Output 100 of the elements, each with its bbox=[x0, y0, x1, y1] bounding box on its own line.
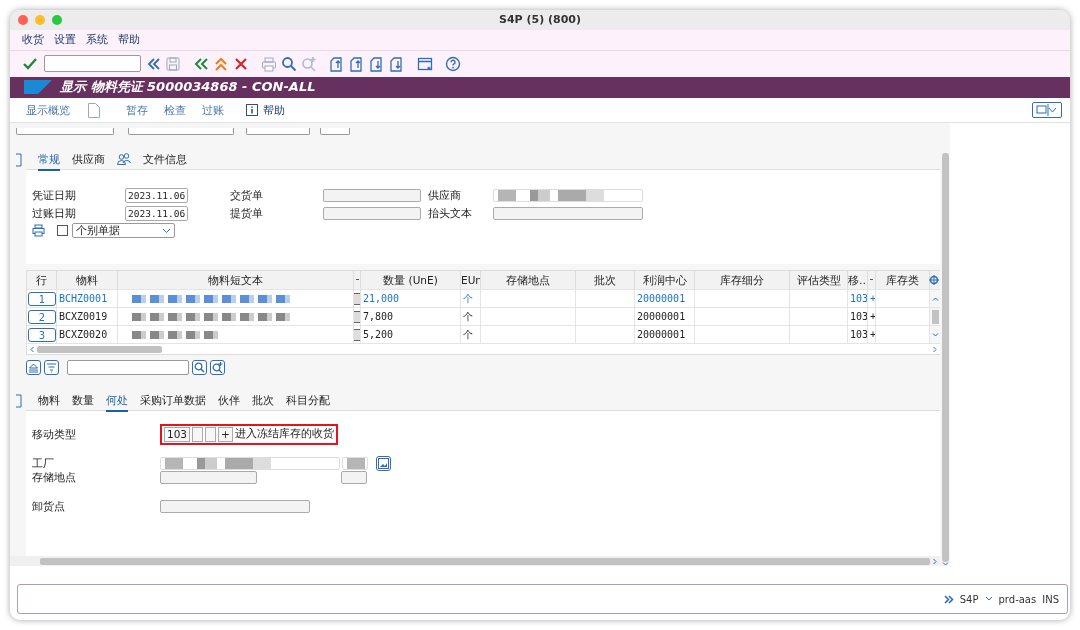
input-field[interactable] bbox=[160, 470, 257, 484]
image-button[interactable] bbox=[376, 455, 391, 471]
toolbar-button[interactable]: 过账 bbox=[196, 100, 230, 120]
scroll-down-icon[interactable] bbox=[931, 332, 939, 337]
movement-code-field[interactable]: 103 bbox=[164, 426, 191, 442]
menu-item[interactable]: 收货 bbox=[22, 32, 44, 48]
scrollbar-thumb[interactable] bbox=[37, 345, 162, 353]
caret-icon[interactable] bbox=[984, 596, 993, 603]
search-next-button[interactable] bbox=[210, 360, 225, 376]
scroll-right-icon[interactable] bbox=[933, 345, 937, 353]
blurred-field[interactable] bbox=[493, 189, 643, 203]
scroll-down-icon[interactable] bbox=[941, 562, 949, 567]
expand-icon[interactable] bbox=[943, 594, 954, 604]
tab[interactable]: 物料 bbox=[38, 390, 60, 412]
sign-field[interactable]: + bbox=[218, 426, 233, 442]
minimize-window-button[interactable] bbox=[35, 15, 45, 25]
field-label: 过账日期 bbox=[32, 206, 77, 222]
search-icon[interactable] bbox=[281, 55, 297, 72]
layout-menu-button[interactable] bbox=[1032, 102, 1062, 119]
cancel-icon[interactable] bbox=[233, 55, 249, 72]
search-field[interactable] bbox=[67, 360, 189, 376]
table-cell: 7,800 bbox=[361, 308, 461, 326]
column-header: 批次 bbox=[576, 271, 635, 290]
input-field[interactable] bbox=[192, 426, 204, 442]
tab[interactable]: 数量 bbox=[72, 390, 94, 412]
screen-title: 显示 物料凭证 5000034868 - CON-ALL bbox=[60, 78, 316, 97]
column-header: 物料 bbox=[57, 271, 118, 290]
table-cell: 20000001 bbox=[635, 290, 695, 308]
help-icon[interactable] bbox=[445, 55, 461, 72]
double-chevron-icon[interactable] bbox=[147, 55, 161, 72]
tab-list-icon[interactable] bbox=[16, 153, 22, 168]
resize-mark[interactable] bbox=[870, 279, 873, 281]
input-field[interactable] bbox=[341, 470, 367, 484]
toolbar-button[interactable]: 检查 bbox=[158, 100, 192, 120]
dropdown[interactable]: 个别单据 bbox=[72, 223, 175, 239]
date-field[interactable]: 2023.11.06 bbox=[125, 188, 189, 204]
field-label: 供应商 bbox=[428, 188, 462, 204]
page-arrow-icon[interactable] bbox=[329, 55, 345, 72]
checkbox[interactable] bbox=[57, 225, 68, 237]
search-button[interactable] bbox=[192, 360, 207, 376]
scroll-up-icon[interactable] bbox=[931, 296, 939, 301]
input-field[interactable] bbox=[493, 207, 643, 221]
input-mode: INS bbox=[1042, 593, 1059, 605]
page-arrow-icon[interactable] bbox=[389, 55, 405, 72]
column-header: 库存细分 bbox=[695, 271, 790, 290]
input-field[interactable] bbox=[323, 207, 421, 221]
back-icon[interactable] bbox=[193, 55, 209, 72]
tab[interactable]: 批次 bbox=[252, 390, 274, 412]
field-label: 凭证日期 bbox=[32, 188, 77, 204]
tab[interactable]: 文件信息 bbox=[143, 149, 187, 171]
scrollbar-thumb[interactable] bbox=[941, 153, 949, 563]
print-icon[interactable] bbox=[32, 224, 45, 238]
field-label: 抬头文本 bbox=[428, 206, 473, 222]
menu-item[interactable]: 帮助 bbox=[118, 32, 140, 48]
document-icon[interactable] bbox=[88, 102, 100, 118]
zoom-window-button[interactable] bbox=[52, 15, 62, 25]
close-window-button[interactable] bbox=[18, 15, 28, 25]
blurred-field[interactable] bbox=[342, 456, 368, 470]
blurred-field[interactable] bbox=[160, 456, 340, 470]
resize-mark[interactable] bbox=[355, 279, 359, 281]
settings-icon[interactable] bbox=[929, 275, 939, 286]
toolbar-button[interactable]: 显示概览 bbox=[20, 100, 76, 120]
row-button[interactable]: 2 bbox=[28, 309, 56, 324]
row-button[interactable]: 3 bbox=[28, 327, 56, 342]
movement-type-text: 进入冻结库存的收货 bbox=[234, 427, 334, 442]
scrollbar-thumb[interactable] bbox=[931, 309, 939, 324]
field-label: 移动类型 bbox=[32, 426, 77, 442]
scroll-left-icon[interactable] bbox=[30, 345, 34, 353]
select-all-button[interactable] bbox=[26, 360, 41, 376]
tab[interactable]: 采购订单数据 bbox=[140, 390, 206, 412]
scrollbar-thumb[interactable] bbox=[40, 557, 930, 565]
column-header: 行 bbox=[27, 271, 57, 290]
scroll-right-icon[interactable] bbox=[933, 557, 937, 565]
save-icon[interactable] bbox=[165, 55, 181, 72]
column-header: 评估类型 bbox=[790, 271, 848, 290]
tab[interactable]: 伙伴 bbox=[218, 390, 240, 412]
table-cell: 103 bbox=[848, 308, 868, 326]
input-field[interactable] bbox=[323, 189, 421, 203]
input-field[interactable] bbox=[160, 499, 310, 513]
tab[interactable]: 供应商 bbox=[72, 149, 105, 171]
tab[interactable]: 科目分配 bbox=[286, 390, 330, 412]
tab-list-icon[interactable] bbox=[16, 394, 22, 409]
field-label: 提货单 bbox=[230, 206, 264, 222]
column-header: 存储地点 bbox=[481, 271, 576, 290]
menu-item[interactable]: 系统 bbox=[86, 32, 108, 48]
date-field[interactable]: 2023.11.06 bbox=[125, 206, 189, 222]
filter-button[interactable] bbox=[44, 360, 59, 376]
input-field[interactable] bbox=[205, 426, 217, 442]
page-arrow-icon[interactable] bbox=[369, 55, 385, 72]
table-cell: BCXZ0020 bbox=[57, 326, 118, 344]
help-button[interactable]: 帮助 bbox=[240, 100, 291, 120]
field-label: 工厂 bbox=[32, 455, 55, 471]
column-header: 库存类 bbox=[876, 271, 930, 290]
print-icon[interactable] bbox=[261, 55, 277, 72]
toolbar-button[interactable]: 暂存 bbox=[120, 100, 154, 120]
up-icon[interactable] bbox=[213, 55, 229, 72]
page-arrow-icon[interactable] bbox=[349, 55, 365, 72]
row-button[interactable]: 1 bbox=[28, 291, 56, 306]
menu-item[interactable]: 设置 bbox=[54, 32, 76, 48]
command-field[interactable] bbox=[44, 55, 141, 73]
